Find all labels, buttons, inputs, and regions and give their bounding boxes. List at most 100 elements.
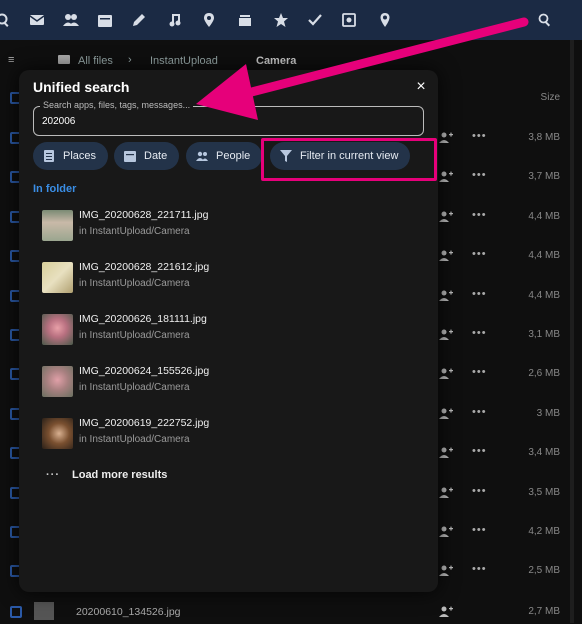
- row-actions-icon[interactable]: •••: [472, 485, 487, 497]
- mail-icon[interactable]: [28, 11, 46, 29]
- file-size: 3,8 MB: [528, 132, 560, 143]
- result-path: in InstantUpload/Camera: [79, 278, 190, 289]
- file-thumbnail: [34, 602, 54, 620]
- date-label: Date: [144, 150, 168, 162]
- more-dots-icon: ···: [46, 469, 60, 481]
- chevron-right-icon: ›: [128, 54, 132, 66]
- result-thumbnail: [42, 210, 73, 241]
- list-item[interactable]: IMG_20200626_181111.jpg in InstantUpload…: [42, 310, 422, 350]
- file-size: 2,5 MB: [528, 565, 560, 577]
- calendar-icon: [124, 151, 136, 162]
- pen-icon[interactable]: [130, 11, 148, 29]
- list-item[interactable]: IMG_20200628_221711.jpg in InstantUpload…: [42, 206, 422, 246]
- date-filter-button[interactable]: Date: [114, 142, 180, 170]
- list-view-icon[interactable]: ≡: [8, 54, 14, 66]
- file-size: 2,7 MB: [528, 606, 560, 617]
- result-thumbnail: [42, 314, 73, 345]
- scrollbar[interactable]: [570, 40, 574, 623]
- search-field[interactable]: Search apps, files, tags, messages...: [33, 100, 424, 136]
- share-icon[interactable]: [439, 525, 453, 539]
- row-actions-icon[interactable]: •••: [472, 524, 487, 536]
- share-icon[interactable]: [439, 328, 453, 342]
- file-size: 3,4 MB: [528, 447, 560, 459]
- share-icon[interactable]: [439, 131, 453, 145]
- breadcrumb-folder[interactable]: InstantUpload: [150, 55, 218, 67]
- music-icon[interactable]: [166, 11, 184, 29]
- result-path: in InstantUpload/Camera: [79, 226, 190, 237]
- dialog-title: Unified search: [33, 79, 130, 95]
- photos-icon[interactable]: [340, 11, 358, 29]
- result-thumbnail: [42, 262, 73, 293]
- share-icon[interactable]: [439, 407, 453, 421]
- load-more-button[interactable]: ··· Load more results: [46, 469, 167, 481]
- breadcrumb: ≡ All files › InstantUpload Camera: [0, 48, 582, 72]
- result-name: IMG_20200628_221711.jpg: [79, 209, 209, 221]
- row-actions-icon[interactable]: •••: [472, 248, 487, 260]
- section-title: In folder: [33, 183, 77, 195]
- list-item[interactable]: IMG_20200624_155526.jpg in InstantUpload…: [42, 362, 422, 402]
- contacts-icon[interactable]: [62, 11, 80, 29]
- share-icon[interactable]: [439, 446, 453, 460]
- row-actions-icon[interactable]: •••: [472, 445, 487, 457]
- folder-icon: [58, 55, 70, 64]
- file-size: 4,4 MB: [528, 210, 560, 222]
- people-filter-button[interactable]: People: [186, 142, 263, 170]
- result-thumbnail: [42, 366, 73, 397]
- share-icon[interactable]: [439, 249, 453, 263]
- breadcrumb-current[interactable]: Camera: [256, 55, 296, 67]
- search-input[interactable]: [42, 116, 402, 127]
- load-more-label: Load more results: [72, 469, 168, 481]
- search-icon[interactable]: [0, 11, 12, 29]
- file-size: 2,6 MB: [528, 368, 560, 380]
- result-path: in InstantUpload/Camera: [79, 330, 190, 341]
- people-icon: [196, 151, 208, 161]
- share-icon[interactable]: [439, 170, 453, 184]
- row-actions-icon[interactable]: •••: [472, 209, 487, 221]
- row-actions-icon[interactable]: •••: [472, 169, 487, 181]
- search-icon[interactable]: [536, 11, 554, 29]
- calendar-icon[interactable]: [96, 11, 114, 29]
- file-size: 3,7 MB: [528, 171, 560, 183]
- row-actions-icon[interactable]: •••: [472, 130, 487, 142]
- row-actions-icon[interactable]: •••: [472, 406, 487, 418]
- share-icon[interactable]: [439, 486, 453, 500]
- result-name: IMG_20200626_181111.jpg: [79, 313, 207, 325]
- check-icon[interactable]: [306, 11, 324, 29]
- file-name[interactable]: 20200610_134526.jpg: [76, 606, 181, 618]
- map-pin-icon[interactable]: [376, 11, 394, 29]
- result-thumbnail: [42, 418, 73, 449]
- result-name: IMG_20200628_221612.jpg: [79, 261, 210, 273]
- places-label: Places: [63, 150, 97, 162]
- result-path: in InstantUpload/Camera: [79, 434, 190, 445]
- top-app-bar: [0, 0, 582, 40]
- list-item[interactable]: IMG_20200619_222752.jpg in InstantUpload…: [42, 414, 422, 454]
- file-size: 3,5 MB: [528, 486, 560, 498]
- close-icon[interactable]: ×: [414, 79, 428, 95]
- row-actions-icon[interactable]: •••: [472, 366, 487, 378]
- result-path: in InstantUpload/Camera: [79, 382, 190, 393]
- table-row[interactable]: 20200610_134526.jpg 2,7 MB: [0, 600, 582, 623]
- row-actions-icon[interactable]: •••: [472, 563, 487, 575]
- size-column-header[interactable]: Size: [500, 92, 560, 103]
- deck-icon[interactable]: [236, 11, 254, 29]
- file-size: 4,4 MB: [528, 289, 560, 301]
- search-field-label: Search apps, files, tags, messages...: [40, 100, 194, 110]
- result-name: IMG_20200619_222752.jpg: [79, 417, 210, 429]
- share-icon[interactable]: [439, 605, 453, 619]
- people-label: People: [216, 150, 251, 162]
- row-actions-icon[interactable]: •••: [472, 327, 487, 339]
- highlight-box: [261, 138, 437, 181]
- file-size: 3 MB: [536, 407, 560, 419]
- star-icon[interactable]: [272, 11, 290, 29]
- list-item[interactable]: IMG_20200628_221612.jpg in InstantUpload…: [42, 258, 422, 298]
- share-icon[interactable]: [439, 289, 453, 303]
- places-filter-button[interactable]: Places: [33, 142, 109, 170]
- share-icon[interactable]: [439, 367, 453, 381]
- file-size: 4,4 MB: [528, 250, 560, 262]
- row-actions-icon[interactable]: •••: [472, 288, 487, 300]
- breadcrumb-root[interactable]: All files: [78, 55, 113, 67]
- share-icon[interactable]: [439, 210, 453, 224]
- share-icon[interactable]: [439, 564, 453, 578]
- row-checkbox[interactable]: [10, 606, 22, 618]
- location-icon[interactable]: [200, 11, 218, 29]
